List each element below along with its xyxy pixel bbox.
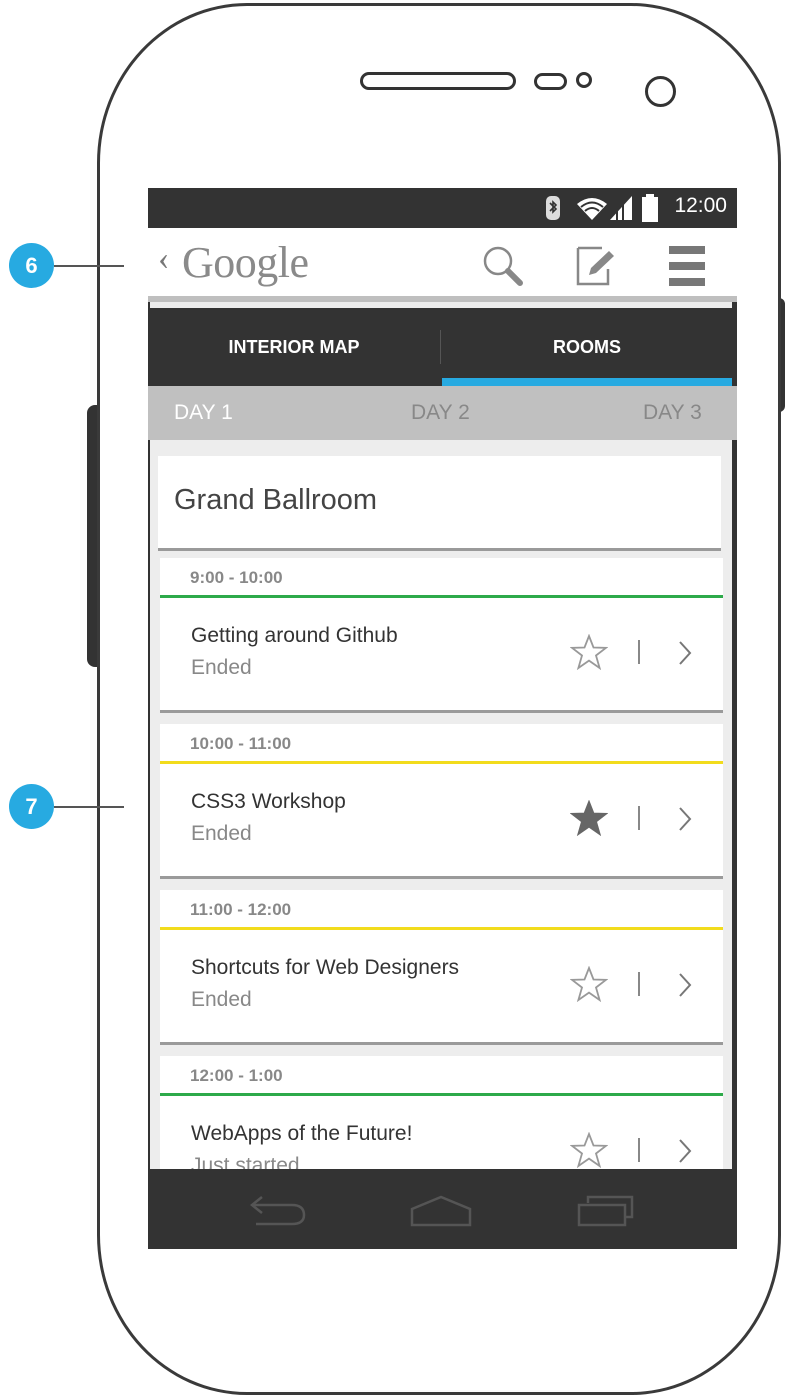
room-title: Grand Ballroom bbox=[174, 484, 378, 516]
chevron-right-icon[interactable] bbox=[678, 972, 692, 998]
tab-interior-map[interactable]: INTERIOR MAP bbox=[148, 308, 440, 386]
star-outline-icon[interactable] bbox=[570, 1132, 608, 1168]
session-color-bar bbox=[160, 761, 723, 764]
session-title: WebApps of the Future! bbox=[191, 1122, 413, 1145]
day-3-tab[interactable]: DAY 3 bbox=[643, 401, 702, 425]
clock: 12:00 bbox=[674, 194, 727, 217]
session-color-bar bbox=[160, 927, 723, 930]
home-icon[interactable] bbox=[410, 1195, 472, 1227]
chevron-right-icon[interactable] bbox=[678, 1138, 692, 1164]
session-time: 10:00 - 11:00 bbox=[190, 734, 292, 753]
tab-divider bbox=[440, 330, 441, 364]
session-title: CSS3 Workshop bbox=[191, 790, 346, 813]
callout-7: 7 bbox=[9, 784, 54, 829]
session-time: 9:00 - 10:00 bbox=[190, 568, 283, 587]
action-separator bbox=[638, 640, 640, 664]
chevron-right-icon[interactable] bbox=[678, 806, 692, 832]
day-1-tab[interactable]: DAY 1 bbox=[174, 401, 233, 425]
session-time: 11:00 - 12:00 bbox=[190, 900, 292, 919]
light-sensor bbox=[576, 72, 592, 88]
action-bar: ‹ Google bbox=[148, 228, 737, 302]
callout-7-line bbox=[54, 806, 124, 808]
session-title: Shortcuts for Web Designers bbox=[191, 956, 460, 979]
callout-6: 6 bbox=[9, 243, 54, 288]
session-card[interactable]: 9:00 - 10:00 Getting around Github Ended bbox=[160, 558, 723, 713]
session-time: 12:00 - 1:00 bbox=[190, 1066, 283, 1085]
menu-icon[interactable] bbox=[669, 246, 705, 286]
search-icon[interactable] bbox=[482, 245, 524, 287]
session-card[interactable]: 11:00 - 12:00 Shortcuts for Web Designer… bbox=[160, 890, 723, 1045]
signal-icon bbox=[610, 196, 632, 220]
session-color-bar bbox=[160, 1093, 723, 1096]
callout-6-line bbox=[54, 265, 124, 267]
room-header-card: Grand Ballroom bbox=[158, 456, 721, 551]
session-card[interactable]: 10:00 - 11:00 CSS3 Workshop Ended bbox=[160, 724, 723, 879]
star-outline-icon[interactable] bbox=[570, 966, 608, 1002]
day-selector: DAY 1 DAY 2 DAY 3 bbox=[148, 386, 737, 440]
session-title: Getting around Github bbox=[191, 624, 398, 647]
bluetooth-icon bbox=[546, 196, 560, 220]
tab-rooms[interactable]: ROOMS bbox=[442, 308, 732, 386]
chevron-right-icon[interactable] bbox=[678, 640, 692, 666]
session-status: Ended bbox=[191, 822, 252, 845]
front-camera bbox=[645, 76, 676, 107]
app-logo[interactable]: Google bbox=[182, 237, 309, 288]
proximity-sensor bbox=[534, 73, 567, 90]
device-screen: 12:00 ‹ Google INTERIOR MAP ROOMS DAY 1 … bbox=[148, 188, 737, 1249]
recent-apps-icon[interactable] bbox=[576, 1195, 636, 1227]
action-separator bbox=[638, 1138, 640, 1162]
back-chevron-icon[interactable]: ‹ bbox=[158, 240, 169, 278]
compose-icon[interactable] bbox=[575, 245, 617, 287]
tab-bar: INTERIOR MAP ROOMS bbox=[148, 308, 737, 386]
action-separator bbox=[638, 806, 640, 830]
status-bar: 12:00 bbox=[148, 188, 737, 228]
session-status: Ended bbox=[191, 656, 252, 679]
battery-icon bbox=[642, 194, 658, 222]
session-color-bar bbox=[160, 595, 723, 598]
day-2-tab[interactable]: DAY 2 bbox=[411, 401, 470, 425]
tab-active-indicator bbox=[442, 378, 732, 386]
star-filled-icon[interactable] bbox=[570, 800, 608, 836]
back-icon[interactable] bbox=[248, 1193, 308, 1227]
navigation-bar bbox=[148, 1169, 737, 1249]
speaker-grille bbox=[360, 72, 516, 90]
action-separator bbox=[638, 972, 640, 996]
star-outline-icon[interactable] bbox=[570, 634, 608, 670]
session-status: Ended bbox=[191, 988, 252, 1011]
wifi-icon bbox=[577, 198, 607, 220]
